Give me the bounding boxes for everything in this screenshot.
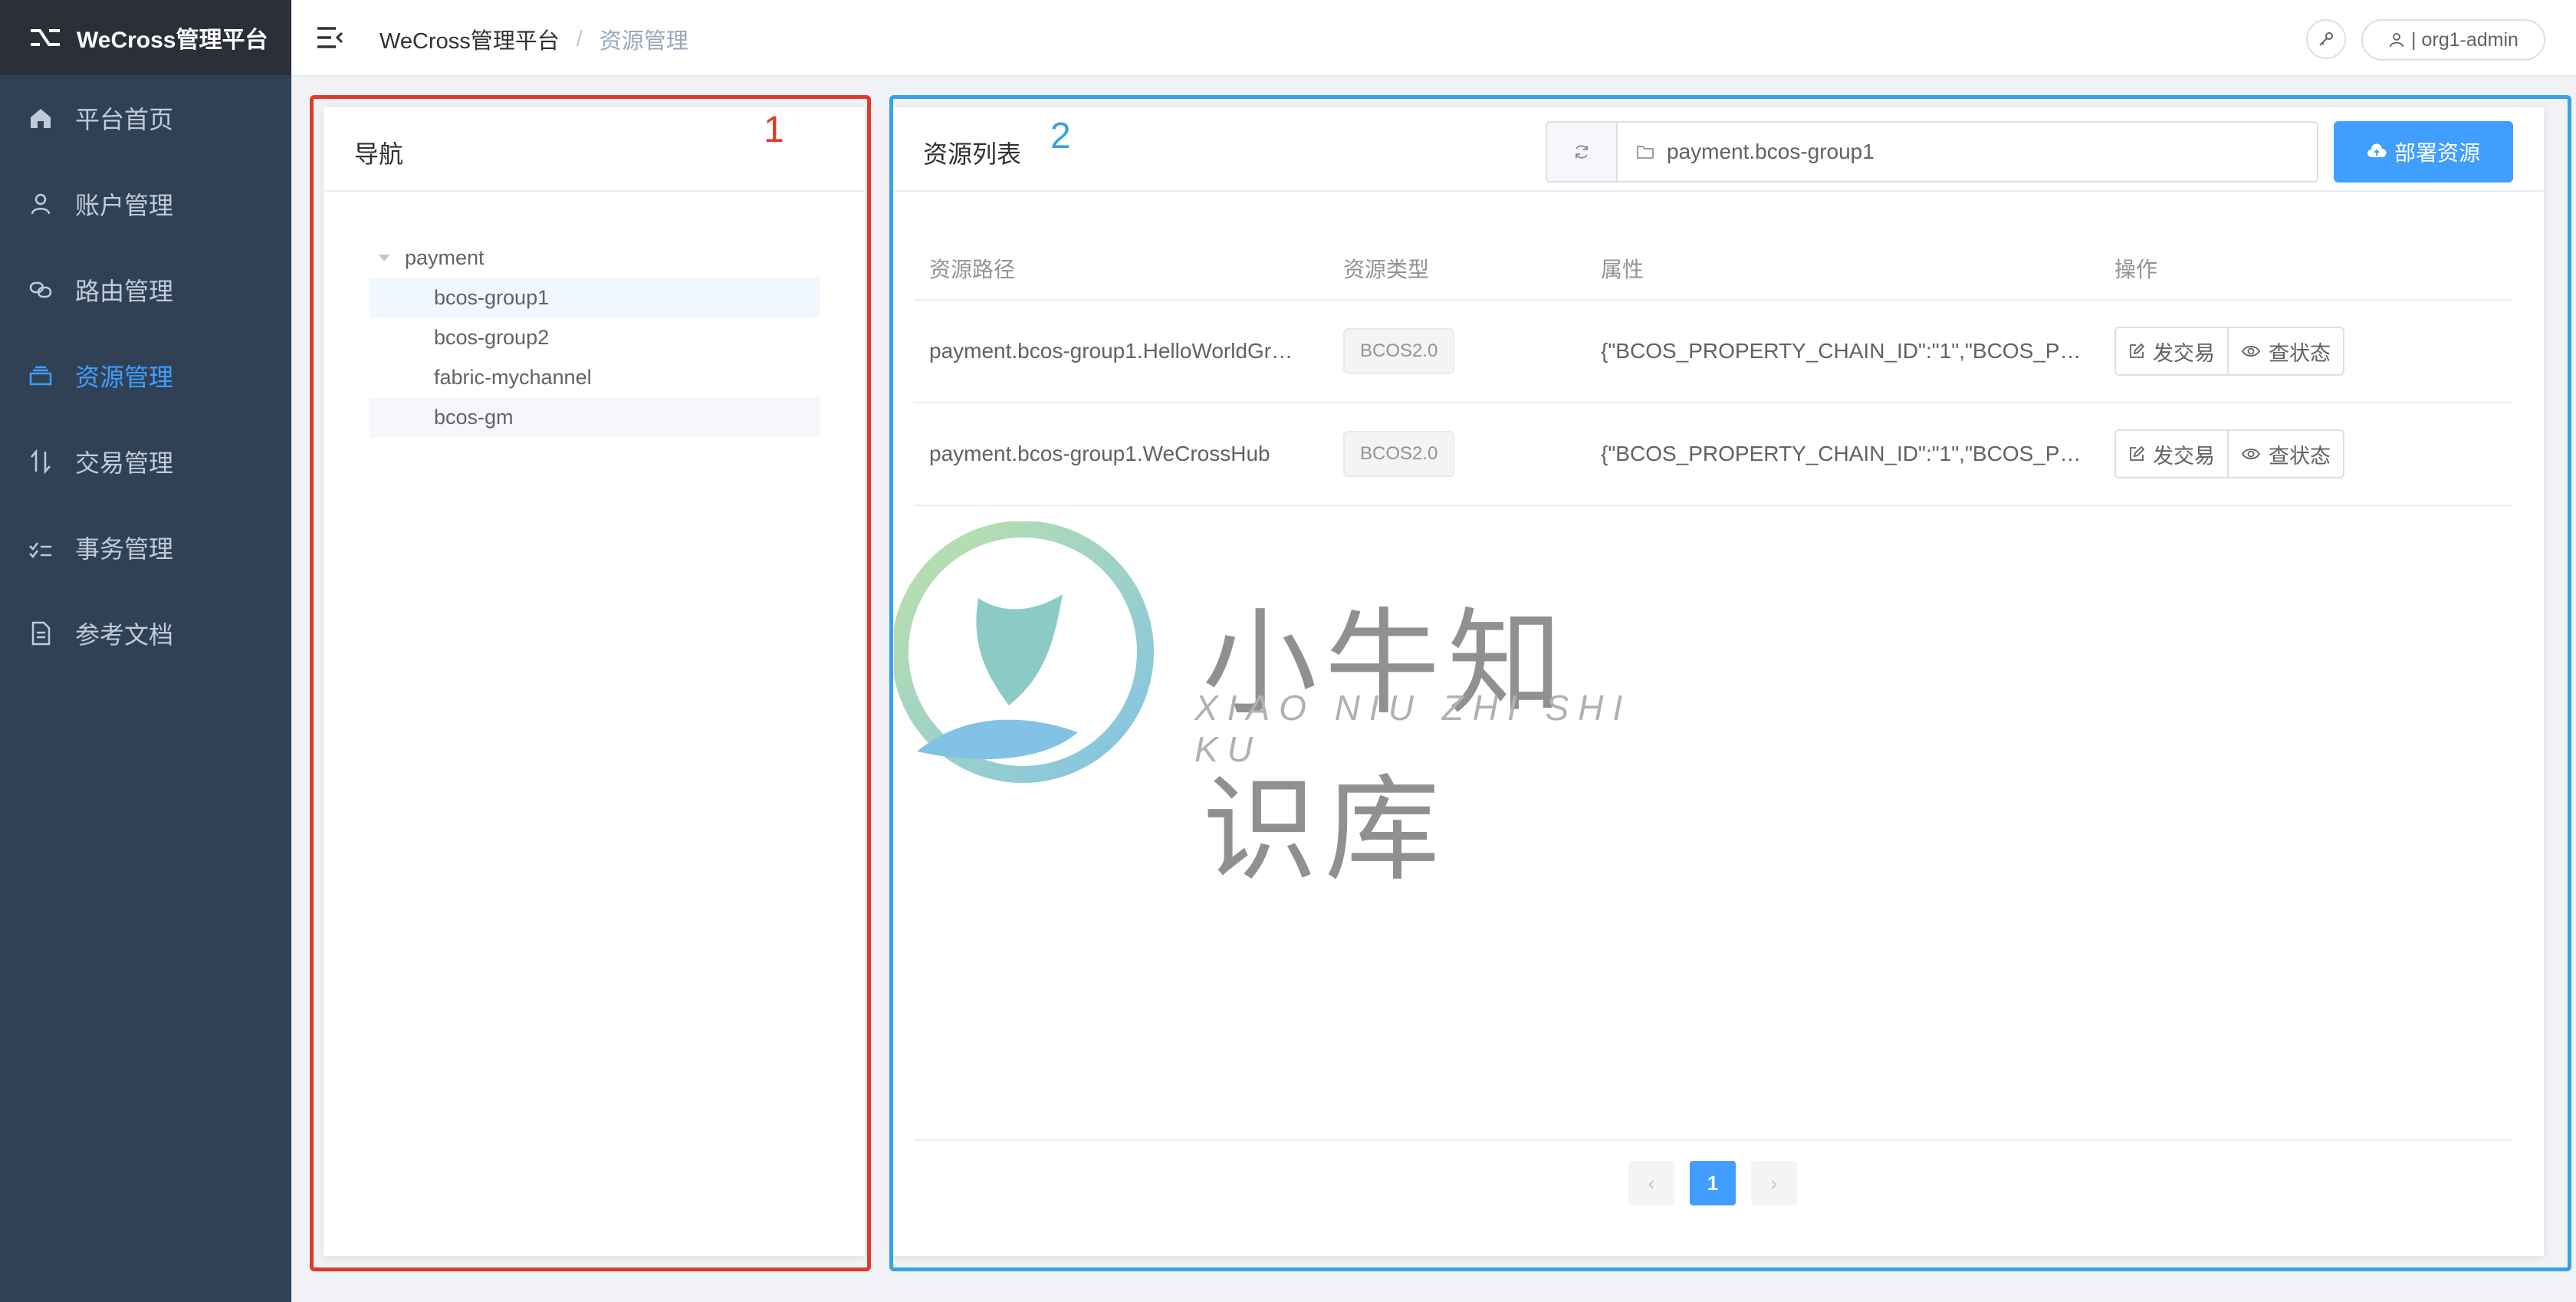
menu-item-transactions[interactable]: 交易管理 (0, 419, 291, 505)
resource-path-value: payment.bcos-group1 (1667, 140, 1875, 163)
checklist-icon (28, 534, 54, 561)
column-header-path: 资源路径 (929, 258, 1016, 281)
tree-node-child[interactable]: bcos-group2 (370, 317, 820, 357)
resource-type-tag: BCOS2.0 (1343, 431, 1455, 477)
caret-down-icon[interactable] (379, 254, 389, 261)
table-header: 资源路径 资源类型 属性 操作 (914, 238, 2513, 301)
menu-item-label: 参考文档 (75, 621, 174, 649)
app-logo[interactable]: WeCross管理平台 (0, 0, 291, 75)
wecross-logo-icon (31, 29, 60, 46)
resource-type-cell: BCOS2.0 (1328, 431, 1585, 477)
next-page-button[interactable]: › (1751, 1161, 1797, 1205)
top-navbar: WeCross管理平台 / 资源管理 | org1-admin (291, 0, 2576, 77)
menu-item-label: 路由管理 (75, 278, 174, 305)
document-icon (28, 620, 54, 646)
eye-icon (2241, 449, 2261, 459)
send-transaction-button[interactable]: 发交易 (2114, 327, 2229, 376)
menu-item-label: 交易管理 (75, 449, 174, 477)
tree-node-label: bcos-group1 (434, 285, 550, 309)
tree-node-label: fabric-mychannel (434, 365, 592, 389)
refresh-button[interactable] (1546, 121, 1618, 182)
prev-page-button[interactable]: ‹ (1628, 1161, 1674, 1205)
check-status-label: 查状态 (2269, 444, 2331, 468)
menu-item-resources[interactable]: 资源管理 (0, 333, 291, 419)
resource-path-cell: payment.bcos-group1.WeCrossHub (929, 442, 1270, 465)
check-status-button[interactable]: 查状态 (2227, 327, 2344, 376)
menu-item-home[interactable]: 平台首页 (0, 75, 291, 161)
menu-item-affairs[interactable]: 事务管理 (0, 505, 291, 590)
annotation-number-1: 1 (764, 110, 784, 150)
send-transaction-label: 发交易 (2153, 444, 2215, 468)
resource-properties-cell: {"BCOS_PROPERTY_CHAIN_ID":"1","BCOS_P… (1601, 339, 2082, 363)
resource-table: 资源路径 资源类型 属性 操作 payment.bcos-group1.Hell… (914, 238, 2513, 506)
resource-type-cell: BCOS2.0 (1328, 328, 1585, 374)
annotation-number-2: 2 (1050, 116, 1071, 156)
link-icon (28, 277, 54, 303)
tree-node-child[interactable]: fabric-mychannel (370, 357, 820, 397)
resource-properties-cell: {"BCOS_PROPERTY_CHAIN_ID":"1","BCOS_P… (1601, 442, 2082, 465)
breadcrumb-home[interactable]: WeCross管理平台 (380, 23, 560, 55)
tree-node-child[interactable]: bcos-gm (370, 397, 820, 437)
sidebar: WeCross管理平台 平台首页 账户管理 路由管理 资源管理 交易管理 事务管… (0, 0, 291, 1302)
menu-item-label: 账户管理 (75, 192, 174, 219)
menu-item-label: 事务管理 (75, 535, 174, 563)
edit-icon (2130, 446, 2145, 461)
folder-icon (1637, 146, 1654, 159)
menu-item-docs[interactable]: 参考文档 (0, 590, 291, 676)
resource-list-title: 资源列表 (923, 140, 1022, 168)
navigation-panel: 导航 payment bcos-group1 bcos-group2 fabri… (324, 107, 865, 1256)
menu-item-routes[interactable]: 路由管理 (0, 247, 291, 333)
user-icon (28, 191, 54, 217)
check-status-button[interactable]: 查状态 (2227, 429, 2344, 478)
menu-toggle-icon[interactable] (316, 25, 343, 50)
send-transaction-button[interactable]: 发交易 (2114, 429, 2229, 478)
edit-icon (2130, 343, 2145, 358)
table-row: payment.bcos-group1.WeCrossHub BCOS2.0 {… (914, 403, 2513, 506)
pagination: ‹ 1 › (1628, 1161, 1797, 1205)
resource-path-input[interactable]: payment.bcos-group1 (1616, 121, 2318, 182)
home-icon (28, 105, 54, 131)
table-bottom-divider (914, 1139, 2513, 1141)
tree-node-label: bcos-gm (434, 405, 514, 429)
resource-path-cell: payment.bcos-group1.HelloWorldGr… (929, 339, 1293, 363)
resource-type-tag: BCOS2.0 (1343, 328, 1455, 374)
navigation-panel-title: 导航 (354, 140, 404, 168)
user-label: | org1-admin (2411, 28, 2518, 51)
column-header-properties: 属性 (1601, 258, 1644, 281)
resource-tree: payment bcos-group1 bcos-group2 fabric-m… (370, 238, 820, 437)
breadcrumb-separator: / (576, 26, 583, 51)
page-number-button[interactable]: 1 (1690, 1161, 1736, 1205)
tree-node-label: payment (405, 245, 485, 269)
column-header-actions: 操作 (2114, 258, 2158, 281)
user-icon (2390, 33, 2404, 48)
breadcrumb: WeCross管理平台 / 资源管理 (380, 23, 688, 55)
resource-actions-cell: 发交易 查状态 (2099, 429, 2513, 478)
sort-icon (28, 449, 54, 475)
layers-icon (28, 363, 54, 389)
resource-list-panel: 资源列表 payment.bcos-group1 部署资源 资源路径 资源类型 … (892, 107, 2544, 1256)
check-status-label: 查状态 (2269, 341, 2331, 365)
user-menu-button[interactable]: | org1-admin (2361, 19, 2545, 61)
refresh-icon (1576, 145, 1588, 159)
tree-node-label: bcos-group2 (434, 325, 550, 349)
table-row: payment.bcos-group1.HelloWorldGr… BCOS2.… (914, 301, 2513, 403)
send-transaction-label: 发交易 (2153, 341, 2215, 365)
resource-actions-cell: 发交易 查状态 (2099, 327, 2513, 376)
menu-item-label: 平台首页 (75, 106, 174, 133)
menu-item-accounts[interactable]: 账户管理 (0, 161, 291, 247)
deploy-resource-label: 部署资源 (2394, 141, 2480, 165)
deploy-resource-button[interactable]: 部署资源 (2334, 121, 2513, 182)
tree-node-child[interactable]: bcos-group1 (370, 278, 820, 317)
eye-icon (2241, 346, 2261, 357)
breadcrumb-current: 资源管理 (599, 29, 688, 54)
app-title: WeCross管理平台 (77, 28, 268, 53)
key-icon (2319, 32, 2333, 46)
column-header-type: 资源类型 (1343, 258, 1430, 281)
cloud-upload-icon (2367, 143, 2387, 157)
menu-item-label: 资源管理 (75, 363, 174, 391)
key-button[interactable] (2306, 19, 2346, 59)
tree-node-root[interactable]: payment (370, 238, 820, 278)
resource-list-header: 资源列表 payment.bcos-group1 部署资源 (892, 107, 2544, 192)
